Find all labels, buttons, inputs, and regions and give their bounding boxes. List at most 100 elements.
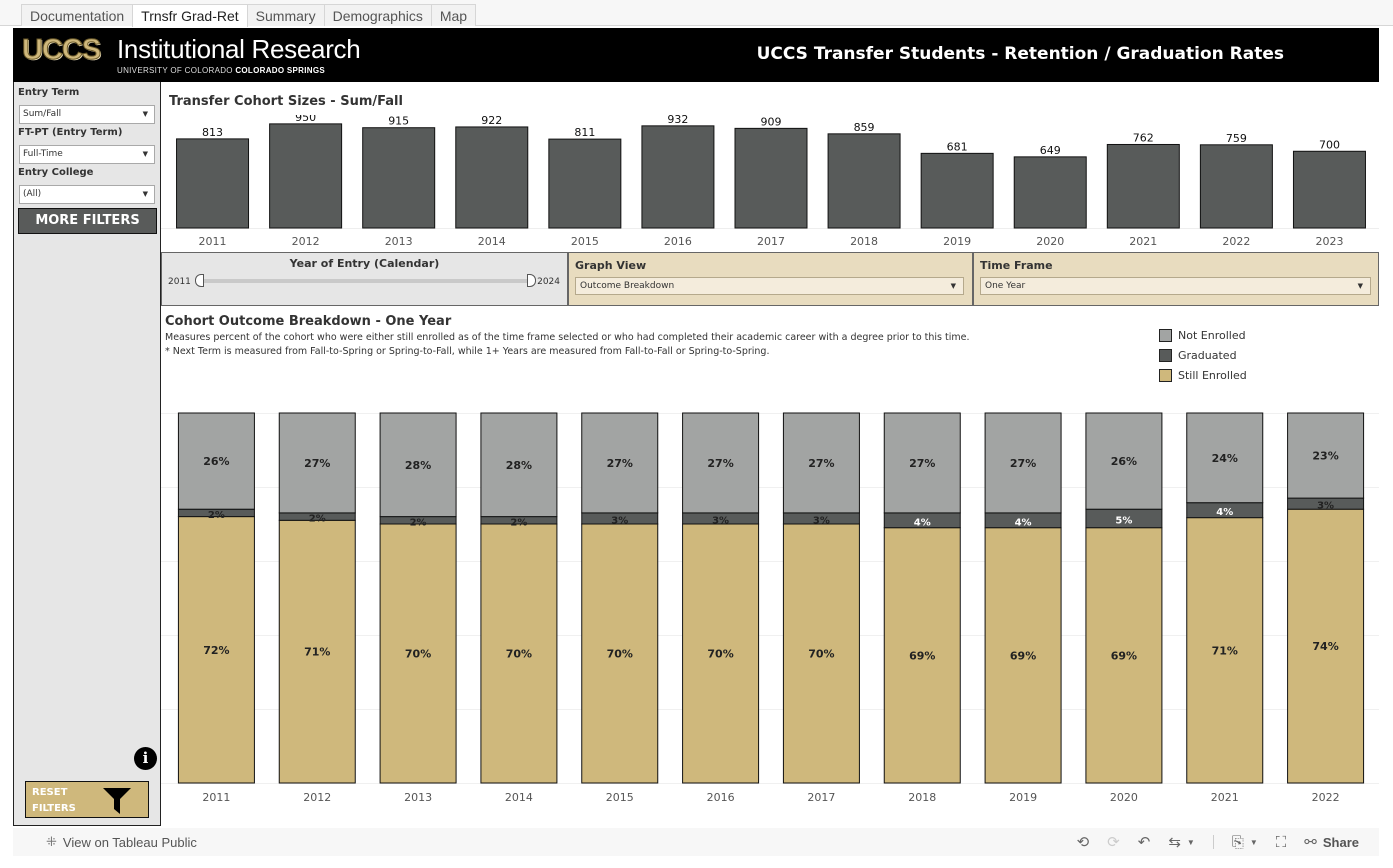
chevron-down-icon: ▼ xyxy=(950,282,956,290)
graph-view-select[interactable]: Outcome Breakdown ▼ xyxy=(575,277,964,295)
tab-summary[interactable]: Summary xyxy=(246,4,325,26)
refresh-icon[interactable]: ⇆ xyxy=(1168,833,1181,851)
legend-label: Not Enrolled xyxy=(1178,328,1246,342)
ft-pt-select[interactable]: Full-Time ▼ xyxy=(19,145,155,164)
time-frame-select[interactable]: One Year ▼ xyxy=(980,277,1371,295)
segment-label-still-enrolled: 74% xyxy=(1312,640,1338,653)
x-tick-label: 2021 xyxy=(1129,235,1157,248)
outcome-breakdown-title: Cohort Outcome Breakdown - One Year xyxy=(165,314,452,329)
legend-label: Graduated xyxy=(1178,348,1237,362)
segment-label-not-enrolled: 27% xyxy=(607,457,633,470)
x-tick-label: 2012 xyxy=(303,791,331,804)
share-button[interactable]: Share xyxy=(1323,835,1359,850)
segment-label-not-enrolled: 27% xyxy=(909,457,935,470)
segment-label-still-enrolled: 70% xyxy=(707,648,733,661)
cohort-bar-2023 xyxy=(1292,150,1366,229)
segment-label-graduated: 3% xyxy=(611,515,628,526)
year-slider-min-handle[interactable] xyxy=(195,274,204,287)
cohort-bar-value-label: 922 xyxy=(481,115,502,127)
legend-item-still-enrolled[interactable]: Still Enrolled xyxy=(1159,365,1247,385)
ft-pt-label: FT-PT (Entry Term) xyxy=(18,127,123,138)
graph-view-title: Graph View xyxy=(575,259,647,272)
refresh-dropdown-icon[interactable]: ▼ xyxy=(1187,838,1195,847)
fullscreen-icon[interactable]: ⛶ xyxy=(1276,834,1287,851)
x-tick-label: 2019 xyxy=(1009,791,1037,804)
cohort-bar-value-label: 762 xyxy=(1133,131,1154,144)
tableau-icon: ⁜ xyxy=(46,834,57,849)
segment-label-not-enrolled: 27% xyxy=(304,457,330,470)
x-tick-label: 2015 xyxy=(571,235,599,248)
entry-college-label: Entry College xyxy=(18,167,94,178)
tab-demographics[interactable]: Demographics xyxy=(323,4,432,26)
x-tick-label: 2013 xyxy=(385,235,413,248)
x-tick-label: 2020 xyxy=(1036,235,1064,248)
cohort-bar-value-label: 950 xyxy=(295,115,316,124)
filter-sidebar: Entry Term Sum/Fall ▼ FT-PT (Entry Term)… xyxy=(13,82,161,826)
entry-term-select[interactable]: Sum/Fall ▼ xyxy=(19,105,155,124)
cohort-bar-2011 xyxy=(176,138,250,229)
time-frame-value: One Year xyxy=(985,281,1026,291)
year-slider-max-handle[interactable] xyxy=(527,274,536,287)
info-icon[interactable]: i xyxy=(134,747,157,770)
funnel-icon xyxy=(103,788,131,814)
segment-label-not-enrolled: 28% xyxy=(405,459,431,472)
cohort-bar-2013 xyxy=(362,127,436,229)
revert-icon[interactable]: ↶ xyxy=(1138,833,1151,851)
reset-filters-label: RESET FILTERS xyxy=(32,785,76,817)
undo-icon[interactable]: ⟲ xyxy=(1077,833,1090,851)
download-dropdown-icon[interactable]: ▼ xyxy=(1250,838,1258,847)
segment-label-not-enrolled: 27% xyxy=(707,457,733,470)
view-on-tableau-link[interactable]: ⁜ View on Tableau Public xyxy=(46,834,197,850)
x-tick-label: 2022 xyxy=(1312,791,1340,804)
description-line-2: * Next Term is measured from Fall-to-Spr… xyxy=(165,346,770,357)
graph-view-parameter: Graph View Outcome Breakdown ▼ xyxy=(568,252,973,306)
segment-label-still-enrolled: 69% xyxy=(1010,649,1036,662)
segment-label-not-enrolled: 28% xyxy=(506,459,532,472)
segment-label-graduated: 5% xyxy=(1115,515,1132,526)
cohort-bar-2012 xyxy=(269,123,343,229)
cohort-bar-2016 xyxy=(641,125,715,229)
segment-label-graduated: 2% xyxy=(208,510,225,521)
year-range-slider[interactable] xyxy=(198,279,532,283)
year-max-label: 2024 xyxy=(537,277,560,287)
x-tick-label: 2018 xyxy=(850,235,878,248)
cohort-bar-value-label: 681 xyxy=(947,140,968,153)
uccs-logo: UCCS xyxy=(21,34,101,67)
cohort-bar-value-label: 909 xyxy=(761,115,782,128)
tab-bar: Documentation Trnsfr Grad-Ret Summary De… xyxy=(0,0,1393,27)
cohort-bar-2022 xyxy=(1199,144,1273,229)
redo-icon[interactable]: ⟳ xyxy=(1107,833,1120,851)
download-icon[interactable]: ⎘ xyxy=(1232,834,1244,851)
cohort-bar-2014 xyxy=(455,126,529,229)
share-icon[interactable]: ⚯ xyxy=(1304,833,1317,851)
cohort-bar-value-label: 811 xyxy=(574,126,595,139)
tab-documentation[interactable]: Documentation xyxy=(21,4,134,26)
x-tick-label: 2017 xyxy=(757,235,785,248)
cohort-bar-value-label: 649 xyxy=(1040,144,1061,157)
entry-college-select[interactable]: (All) ▼ xyxy=(19,185,155,204)
legend-item-graduated[interactable]: Graduated xyxy=(1159,345,1247,365)
legend-swatch-graduated xyxy=(1159,348,1172,362)
cohort-bar-value-label: 813 xyxy=(202,126,223,139)
year-min-label: 2011 xyxy=(168,277,191,287)
outcome-breakdown-description: Measures percent of the cohort who were … xyxy=(165,331,970,359)
segment-label-graduated: 2% xyxy=(309,514,326,525)
more-filters-button[interactable]: MORE FILTERS xyxy=(18,208,157,234)
view-on-tableau-label: View on Tableau Public xyxy=(62,834,197,850)
cohort-sizes-chart: 813 2011 950 2012 915 2013 922 2014 811 2015 932 20… xyxy=(161,115,1379,248)
segment-label-still-enrolled: 69% xyxy=(1111,649,1137,662)
legend-item-not-enrolled[interactable]: Not Enrolled xyxy=(1159,325,1247,345)
cohort-bar-2021 xyxy=(1106,143,1180,229)
segment-label-graduated: 4% xyxy=(1216,507,1233,518)
year-of-entry-filter: Year of Entry (Calendar) 2011 2024 xyxy=(161,252,568,306)
tableau-footer: ⁜ View on Tableau Public ⟲ ⟳ ↶ ⇆ ▼ ⎘ ▼ ⛶… xyxy=(13,828,1379,856)
segment-label-graduated: 4% xyxy=(914,517,931,528)
tab-map[interactable]: Map xyxy=(430,4,477,26)
tab-trnsfr-grad-ret[interactable]: Trnsfr Grad-Ret xyxy=(132,4,248,27)
cohort-bar-2017 xyxy=(734,127,808,229)
reset-filters-button[interactable]: RESET FILTERS xyxy=(25,781,149,818)
segment-label-still-enrolled: 69% xyxy=(909,649,935,662)
x-tick-label: 2011 xyxy=(202,791,230,804)
x-tick-label: 2014 xyxy=(505,791,533,804)
segment-label-not-enrolled: 26% xyxy=(203,455,229,468)
